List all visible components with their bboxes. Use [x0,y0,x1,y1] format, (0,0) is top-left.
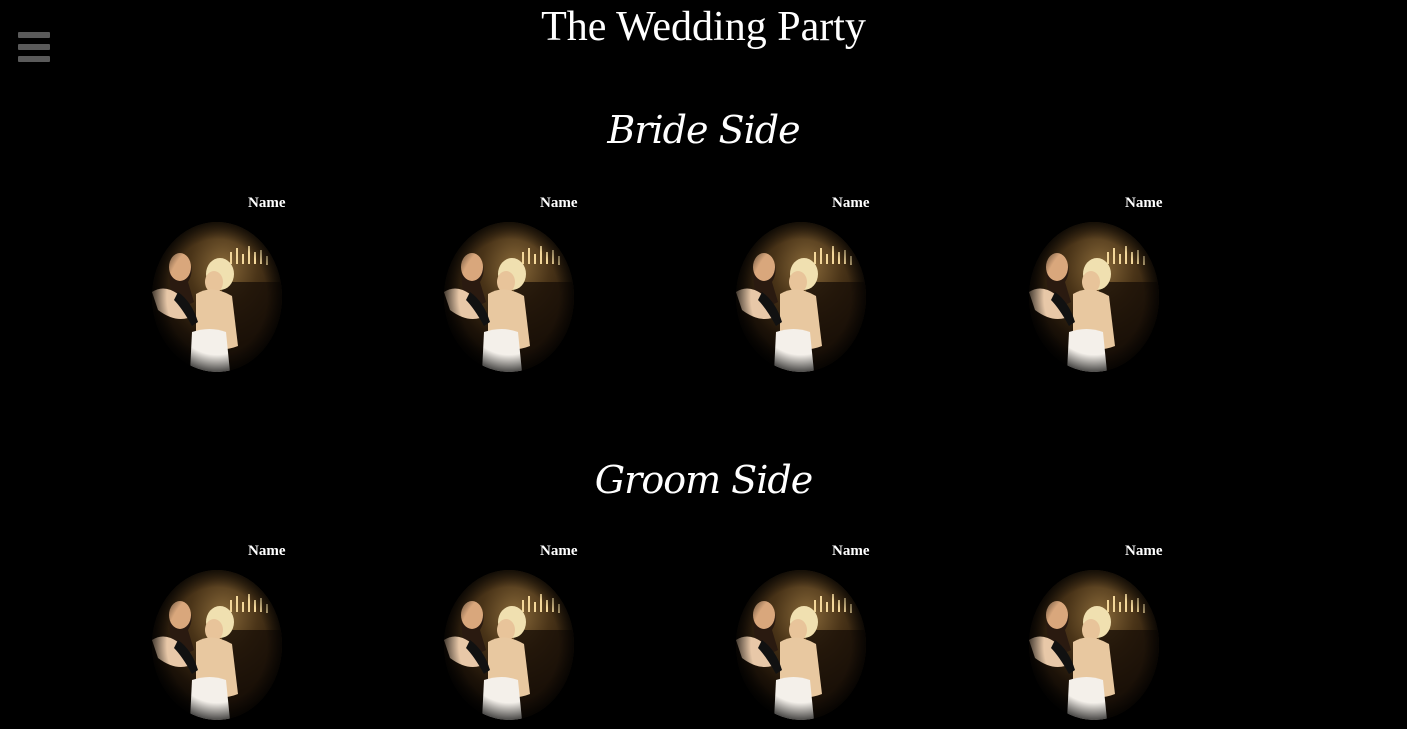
page-title: The Wedding Party [541,4,866,50]
member-photo [152,570,282,720]
groom-side-heading: Groom Side [594,458,813,502]
bride-member-card: Name [444,194,604,374]
member-name: Name [832,195,870,211]
member-name: Name [1125,195,1163,211]
member-name: Name [248,195,286,211]
bride-side-heading: Bride Side [607,108,800,152]
member-photo [152,222,282,372]
member-name: Name [540,543,578,559]
member-name: Name [248,543,286,559]
menu-bar-bottom [18,56,50,62]
member-photo [444,570,574,720]
groom-member-card: Name [1029,542,1189,722]
member-photo [444,222,574,372]
member-photo [736,570,866,720]
groom-member-card: Name [736,542,896,722]
groom-member-card: Name [444,542,604,722]
groom-member-card: Name [152,542,312,722]
bride-member-card: Name [1029,194,1189,374]
member-photo [1029,570,1159,720]
member-photo [736,222,866,372]
member-name: Name [540,195,578,211]
member-photo [1029,222,1159,372]
bride-member-card: Name [736,194,896,374]
member-name: Name [1125,543,1163,559]
member-name: Name [832,543,870,559]
bride-member-card: Name [152,194,312,374]
